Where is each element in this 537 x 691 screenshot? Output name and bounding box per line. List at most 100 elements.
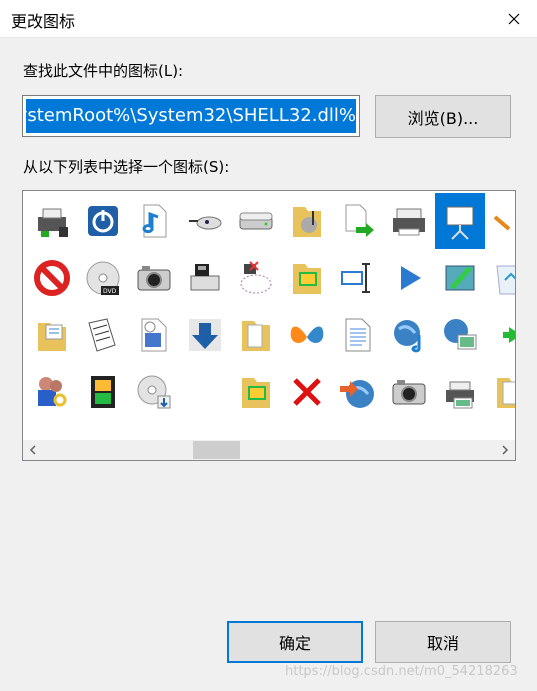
dialog-title: 更改图标 [11, 12, 76, 31]
icon-item-selected[interactable] [435, 193, 485, 249]
scanner-icon [446, 381, 474, 409]
broken-network-icon [240, 261, 272, 294]
no-entry-icon [34, 260, 70, 296]
cd-download-icon [137, 375, 171, 409]
close-button[interactable] [491, 0, 537, 37]
icon-item[interactable] [129, 193, 179, 249]
icon-item[interactable] [129, 250, 179, 306]
icon-item[interactable] [78, 307, 128, 363]
icon-path-input[interactable]: %SystemRoot%\System32\SHELL32.dll [22, 95, 360, 137]
chevron-left-icon [29, 445, 36, 455]
scroll-right-button[interactable] [495, 440, 515, 460]
music-folder-icon [293, 207, 321, 237]
checklist-folder-icon [38, 323, 66, 351]
icon-item[interactable] [282, 193, 332, 249]
camera-icon [137, 266, 171, 291]
icon-item[interactable] [333, 307, 383, 363]
horizontal-scrollbar[interactable] [23, 440, 515, 460]
icon-item[interactable] [282, 364, 332, 420]
text-cursor-icon [341, 263, 370, 293]
icon-item[interactable] [384, 193, 434, 249]
icon-item[interactable] [180, 364, 230, 420]
icon-item[interactable] [435, 364, 485, 420]
printer-icon [393, 208, 425, 236]
icon-item[interactable] [27, 250, 77, 306]
icon-list[interactable]: DVD [22, 190, 516, 461]
recycle-icon [496, 265, 515, 295]
disk-drive-icon [190, 264, 220, 291]
icon-item[interactable] [231, 307, 281, 363]
icon-item[interactable] [27, 307, 77, 363]
icon-item[interactable] [486, 250, 515, 306]
icon-item[interactable] [333, 193, 383, 249]
picture-folder-icon [293, 264, 321, 294]
globe-arrow-icon [340, 380, 374, 408]
film-strip-icon [91, 376, 115, 408]
icon-item[interactable] [384, 307, 434, 363]
icon-item[interactable] [384, 364, 434, 420]
paint-icon [445, 265, 475, 291]
icon-item[interactable] [384, 250, 434, 306]
green-arrow-icon [503, 327, 515, 343]
projector-icon [446, 206, 474, 240]
file-move-icon [345, 204, 374, 237]
documents-icon [88, 318, 116, 352]
globe-picture-icon [444, 319, 477, 350]
icon-item[interactable] [180, 250, 230, 306]
icon-item[interactable] [78, 193, 128, 249]
icon-item[interactable] [282, 250, 332, 306]
blank-icon [185, 372, 225, 412]
globe-music-icon [394, 320, 421, 353]
icon-item[interactable] [129, 364, 179, 420]
icon-path-value[interactable]: %SystemRoot%\System32\SHELL32.dll [26, 99, 356, 133]
users-key-icon [38, 377, 67, 407]
icon-item[interactable]: DVD [78, 250, 128, 306]
folder-icon [242, 321, 270, 351]
find-label: 查找此文件中的图标(L): [23, 62, 184, 80]
red-x-icon [293, 378, 321, 406]
browse-button[interactable]: 浏览(B)... [375, 95, 511, 138]
icon-item[interactable] [27, 193, 77, 249]
music-note-icon [142, 204, 167, 238]
play-icon [401, 266, 421, 290]
drive-icon [239, 212, 273, 230]
icon-item[interactable] [231, 364, 281, 420]
icon-item[interactable] [486, 193, 515, 249]
power-icon [88, 206, 118, 236]
download-arrow-icon [189, 319, 221, 351]
media-file-icon [141, 318, 167, 352]
text-document-icon [345, 318, 371, 352]
icon-item[interactable] [333, 250, 383, 306]
ok-button[interactable]: 确定 [227, 621, 363, 663]
cancel-button[interactable]: 取消 [375, 621, 511, 663]
icon-item[interactable] [78, 364, 128, 420]
icon-item[interactable] [486, 364, 515, 420]
watermark: https://blog.csdn.net/m0_54218263 [285, 664, 518, 679]
icon-item[interactable] [435, 307, 485, 363]
icon-item[interactable] [231, 250, 281, 306]
printer-fax-icon [38, 208, 68, 237]
icon-item[interactable] [27, 364, 77, 420]
butterfly-icon [290, 326, 324, 343]
close-icon [508, 13, 520, 24]
icon-item[interactable] [129, 307, 179, 363]
icon-item[interactable] [282, 307, 332, 363]
picture-folder-icon [242, 378, 270, 408]
icon-item[interactable] [180, 307, 230, 363]
mouse-icon [189, 216, 222, 230]
chevron-right-icon [502, 445, 509, 455]
title-bar: 更改图标 [0, 0, 537, 38]
dvd-icon: DVD [86, 261, 120, 295]
folder-icon [497, 378, 515, 408]
svg-text:DVD: DVD [103, 288, 117, 295]
list-label: 从以下列表中选择一个图标(S): [23, 158, 230, 176]
scroll-left-button[interactable] [23, 440, 43, 460]
arrow-icon [493, 215, 511, 231]
icon-item[interactable] [435, 250, 485, 306]
camera-icon [392, 380, 426, 405]
icon-item[interactable] [486, 307, 515, 363]
icon-item[interactable] [180, 193, 230, 249]
icon-item[interactable] [231, 193, 281, 249]
icon-item[interactable] [333, 364, 383, 420]
scroll-thumb[interactable] [193, 441, 240, 459]
